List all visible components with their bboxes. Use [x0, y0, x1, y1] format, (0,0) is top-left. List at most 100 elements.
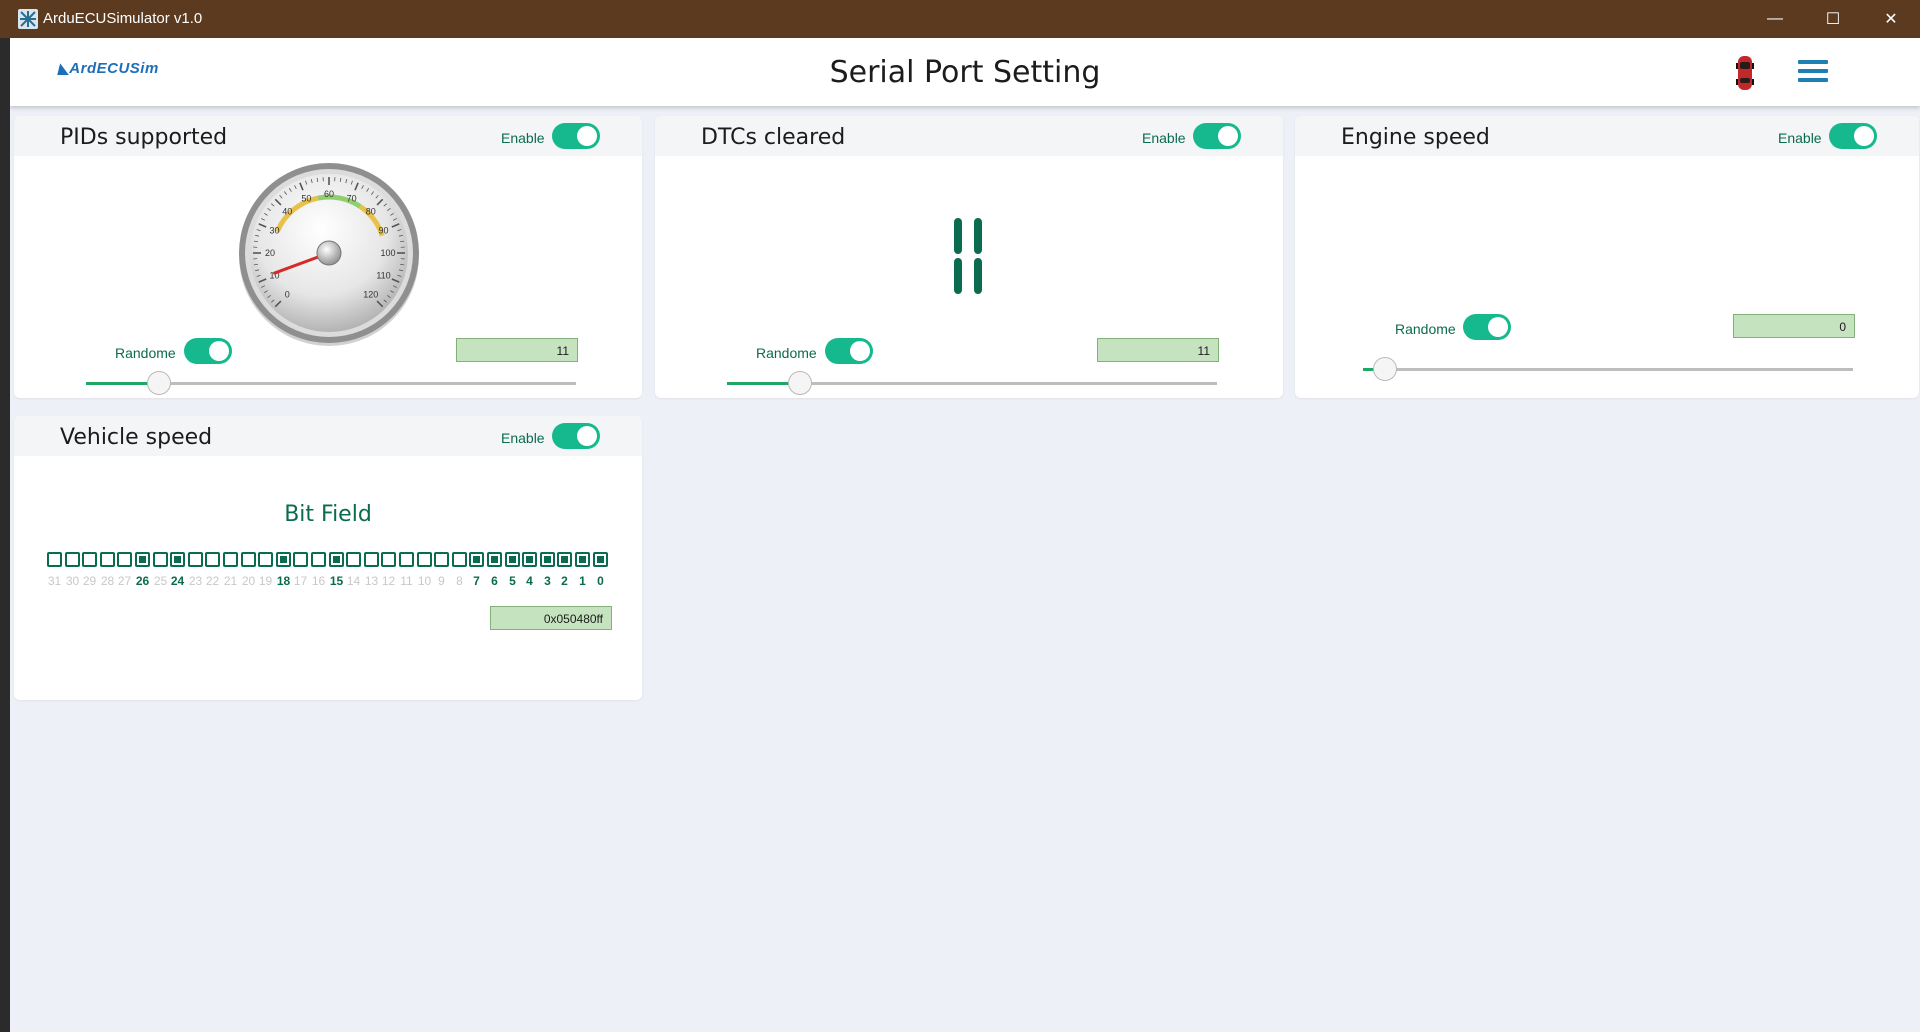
- gauge-tick-label: 110: [376, 271, 390, 281]
- enable-label: Enable: [1778, 130, 1822, 146]
- close-button[interactable]: ✕: [1862, 0, 1920, 38]
- card-header: PIDs supported Enable: [14, 116, 642, 156]
- randome-toggle[interactable]: [184, 338, 232, 364]
- randome-toggle[interactable]: [1463, 314, 1511, 340]
- enable-toggle[interactable]: [552, 423, 600, 449]
- bit-19-label: 19: [258, 574, 273, 588]
- card-header: Engine speed Enable: [1295, 116, 1919, 156]
- bit-10-checkbox[interactable]: [417, 552, 432, 567]
- page-title: Serial Port Setting: [829, 55, 1101, 90]
- enable-label: Enable: [1142, 130, 1186, 146]
- bit-31-label: 31: [47, 574, 62, 588]
- bit-0-checkbox[interactable]: [593, 552, 608, 567]
- enable-toggle[interactable]: [552, 123, 600, 149]
- bit-9-checkbox[interactable]: [434, 552, 449, 567]
- slider-thumb[interactable]: [787, 371, 812, 395]
- bit-18-label: 18: [276, 574, 291, 588]
- bit-30-checkbox[interactable]: [65, 552, 80, 567]
- bit-2-checkbox[interactable]: [557, 552, 572, 567]
- bit-21-label: 21: [223, 574, 238, 588]
- randome-toggle[interactable]: [825, 338, 873, 364]
- enable-toggle[interactable]: [1829, 123, 1877, 149]
- bit-14-checkbox[interactable]: [346, 552, 361, 567]
- bit-31-checkbox[interactable]: [47, 552, 62, 567]
- bit-11-checkbox[interactable]: [399, 552, 414, 567]
- hamburger-menu-icon[interactable]: [1798, 60, 1828, 86]
- app-client-area: ◣ArdECUSim Serial Port Setting PIDs supp…: [10, 38, 1920, 1032]
- bit-24-checkbox[interactable]: [170, 552, 185, 567]
- bit-17-checkbox[interactable]: [293, 552, 308, 567]
- card-vehicle-speed: Vehicle speed Enable Bit Field 31 30 29 28 2…: [14, 416, 642, 700]
- bit-23-checkbox[interactable]: [188, 552, 203, 567]
- bit-16-checkbox[interactable]: [311, 552, 326, 567]
- bit-28-label: 28: [100, 574, 115, 588]
- bit-20-label: 20: [241, 574, 256, 588]
- bit-10-label: 10: [417, 574, 432, 588]
- card-engine-speed: Engine speed Enable Randome 0: [1295, 116, 1919, 398]
- card-pids-supported: PIDs supported Enable 0 10 20 30 40 50 60 70 80 9…: [14, 116, 642, 398]
- bit-14-label: 14: [346, 574, 361, 588]
- bit-15-checkbox[interactable]: [329, 552, 344, 567]
- window-titlebar: ArduECUSimulator v1.0 — ☐ ✕: [0, 0, 1920, 38]
- bit-27-label: 27: [117, 574, 132, 588]
- bit-23-label: 23: [188, 574, 203, 588]
- bitfield-title: Bit Field: [284, 502, 372, 527]
- bit-5-label: 5: [509, 574, 516, 588]
- bit-6-label: 6: [491, 574, 498, 588]
- gauge-tick-label: 90: [379, 225, 389, 235]
- bit-8-label: 8: [456, 574, 463, 588]
- bit-4-checkbox[interactable]: [522, 552, 537, 567]
- bit-9-label: 9: [438, 574, 445, 588]
- gauge-tick-label: 30: [269, 225, 279, 235]
- car-icon[interactable]: [1736, 54, 1754, 92]
- app-header: ◣ArdECUSim Serial Port Setting: [10, 38, 1920, 106]
- slider-thumb[interactable]: [1373, 357, 1397, 381]
- value-field[interactable]: 11: [456, 338, 578, 362]
- bit-3-checkbox[interactable]: [540, 552, 555, 567]
- randome-label: Randome: [115, 345, 176, 361]
- bit-26-checkbox[interactable]: [135, 552, 150, 567]
- bit-12-checkbox[interactable]: [381, 552, 396, 567]
- value-field[interactable]: 0: [1733, 314, 1855, 338]
- bit-5-checkbox[interactable]: [505, 552, 520, 567]
- bit-18-checkbox[interactable]: [276, 552, 291, 567]
- value-slider[interactable]: [86, 370, 576, 398]
- value-field[interactable]: 11: [1097, 338, 1219, 362]
- gauge-tick-label: 60: [324, 189, 334, 199]
- randome-label: Randome: [1395, 321, 1456, 337]
- bit-19-checkbox[interactable]: [258, 552, 273, 567]
- bit-15-label: 15: [329, 574, 344, 588]
- bit-22-label: 22: [205, 574, 220, 588]
- bit-21-checkbox[interactable]: [223, 552, 238, 567]
- minimize-button[interactable]: —: [1746, 0, 1804, 38]
- card-dtcs-cleared: DTCs cleared Enable Randome 11: [655, 116, 1283, 398]
- slider-thumb[interactable]: [146, 371, 171, 395]
- enable-label: Enable: [501, 430, 545, 446]
- bit-7-checkbox[interactable]: [469, 552, 484, 567]
- bit-2-label: 2: [561, 574, 568, 588]
- bit-4-label: 4: [526, 574, 533, 588]
- gauge-tick-label: 100: [380, 248, 395, 258]
- value-slider[interactable]: [727, 370, 1217, 398]
- card-header: DTCs cleared Enable: [655, 116, 1283, 156]
- bit-1-checkbox[interactable]: [575, 552, 590, 567]
- bit-8-checkbox[interactable]: [452, 552, 467, 567]
- hex-value-field[interactable]: 0x050480ff: [490, 606, 612, 630]
- bit-28-checkbox[interactable]: [100, 552, 115, 567]
- bit-13-checkbox[interactable]: [364, 552, 379, 567]
- bit-29-checkbox[interactable]: [82, 552, 97, 567]
- speed-gauge: 01020304050 60 708090100110120: [239, 163, 419, 346]
- maximize-button[interactable]: ☐: [1804, 0, 1862, 38]
- card-title: Vehicle speed: [60, 425, 213, 450]
- bit-20-checkbox[interactable]: [241, 552, 256, 567]
- enable-toggle[interactable]: [1193, 123, 1241, 149]
- bit-17-label: 17: [293, 574, 308, 588]
- value-slider[interactable]: [1363, 356, 1853, 384]
- bit-25-checkbox[interactable]: [153, 552, 168, 567]
- card-title: Engine speed: [1341, 125, 1490, 150]
- bit-27-checkbox[interactable]: [117, 552, 132, 567]
- bit-7-label: 7: [473, 574, 480, 588]
- bit-6-checkbox[interactable]: [487, 552, 502, 567]
- bit-22-checkbox[interactable]: [205, 552, 220, 567]
- bit-26-label: 26: [135, 574, 150, 588]
